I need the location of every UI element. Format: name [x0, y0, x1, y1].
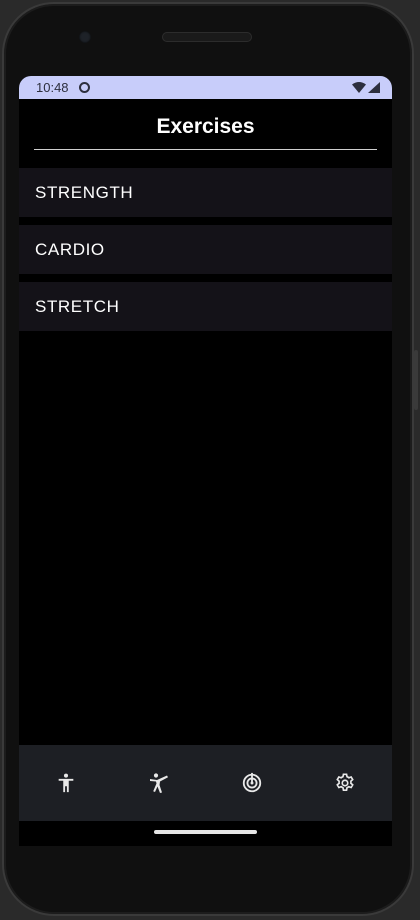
category-list: STRENGTH CARDIO STRETCH — [19, 168, 392, 331]
person-standing-icon — [58, 773, 73, 793]
nav-item-activity[interactable] — [135, 759, 183, 807]
header-divider — [34, 149, 377, 150]
martial-arts-kick-icon — [149, 773, 168, 793]
cellular-signal-icon — [368, 82, 380, 93]
page-title: Exercises — [156, 115, 255, 138]
front-camera — [79, 31, 91, 43]
earpiece-speaker — [162, 32, 252, 42]
nav-item-exercises[interactable] — [42, 759, 90, 807]
home-indicator[interactable] — [154, 830, 257, 834]
app-header: Exercises — [19, 99, 392, 149]
wifi-icon — [352, 82, 366, 93]
status-time: 10:48 — [36, 80, 69, 95]
nav-item-progress[interactable] — [228, 759, 276, 807]
category-stretch[interactable]: STRETCH — [19, 282, 392, 331]
avatar-icon — [78, 82, 90, 93]
settings-gear-icon — [336, 773, 355, 791]
target-icon — [242, 772, 262, 793]
phone-side-button — [414, 350, 418, 410]
category-label: STRENGTH — [35, 182, 134, 202]
category-strength[interactable]: STRENGTH — [19, 168, 392, 217]
bottom-navigation — [19, 745, 392, 821]
category-label: CARDIO — [35, 239, 105, 259]
status-bar: 10:48 — [19, 76, 392, 99]
category-label: STRETCH — [35, 296, 120, 316]
category-cardio[interactable]: CARDIO — [19, 225, 392, 274]
app-screen: 10:48 Exercises STRENGTH CARDIO STRETCH — [19, 76, 392, 846]
status-indicators — [352, 82, 380, 93]
nav-item-settings[interactable] — [321, 759, 369, 807]
